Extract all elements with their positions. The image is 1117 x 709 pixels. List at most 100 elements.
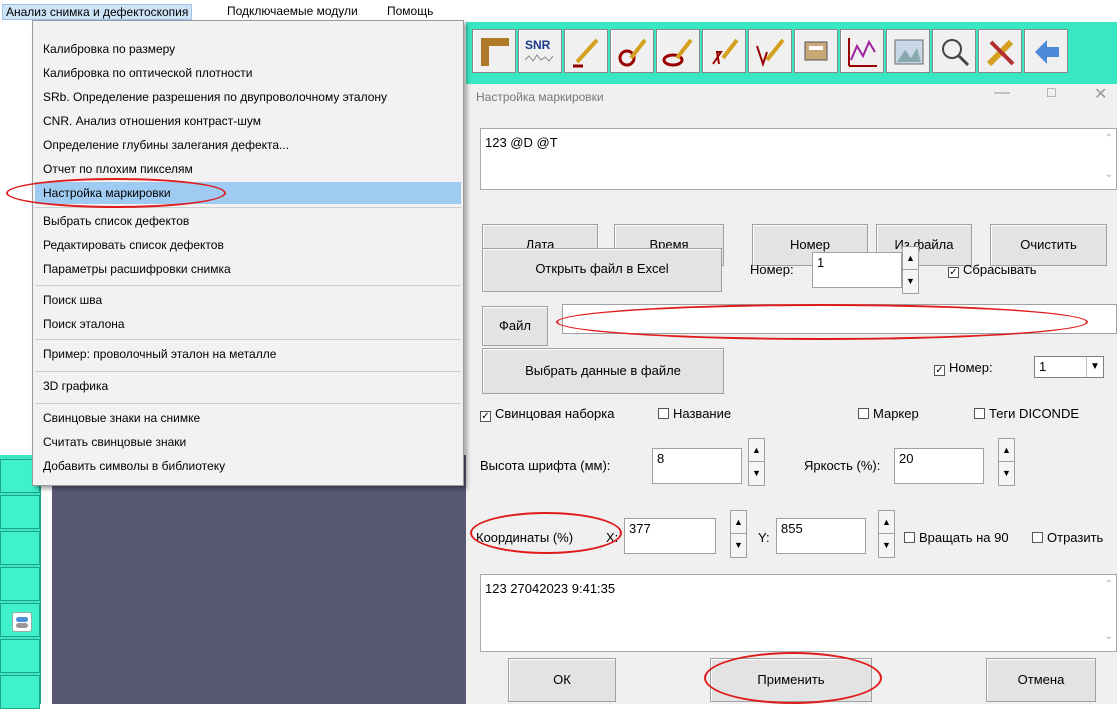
scroll-up-icon[interactable]: ⌃	[1105, 579, 1113, 590]
menu-help[interactable]: Помощь	[384, 4, 436, 20]
lead-label: Свинцовая наборка	[495, 406, 615, 421]
clear-button[interactable]: Очистить	[990, 224, 1107, 266]
scroll-down-icon[interactable]: ⌄	[1105, 631, 1113, 642]
brightness-spinner[interactable]: ▲ ▼	[998, 438, 1015, 486]
apply-button[interactable]: Применить	[710, 658, 872, 702]
number2-select[interactable]: 1 ▼	[1034, 356, 1104, 378]
toolbar: SNR	[466, 22, 1117, 84]
menu-item-standard-search[interactable]: Поиск эталона	[35, 313, 461, 335]
minimize-icon[interactable]: —	[994, 84, 1010, 102]
y-label: Y:	[758, 530, 770, 545]
x-label: X:	[606, 530, 619, 545]
font-height-field[interactable]: 8	[652, 448, 742, 484]
menu-plugins[interactable]: Подключаемые модули	[224, 4, 361, 20]
cancel-button[interactable]: Отмена	[986, 658, 1096, 702]
chart-icon[interactable]	[840, 29, 884, 73]
snr-icon[interactable]: SNR	[518, 29, 562, 73]
marker-checkbox[interactable]: Маркер	[858, 406, 919, 421]
y-spinner[interactable]: ▲ ▼	[878, 510, 895, 558]
strip-cell[interactable]	[0, 567, 40, 601]
rotate-check-icon	[904, 532, 915, 543]
ruler-icon[interactable]	[472, 29, 516, 73]
pencil-ellipse-icon[interactable]	[656, 29, 700, 73]
spin-down-icon[interactable]: ▼	[749, 462, 764, 485]
number-field[interactable]: 1	[812, 252, 902, 288]
spin-down-icon[interactable]: ▼	[903, 270, 918, 293]
number-spinner[interactable]: ▲ ▼	[902, 246, 919, 294]
name-checkbox[interactable]: Название	[658, 406, 731, 421]
menu-separator	[35, 403, 461, 404]
menu-item-seam-search[interactable]: Поиск шва	[35, 289, 461, 311]
name-check-icon	[658, 408, 669, 419]
arrow-icon[interactable]	[1024, 29, 1068, 73]
template-text: 123 @D @T	[485, 135, 558, 150]
menu-item-lead-marks[interactable]: Свинцовые знаки на снимке	[35, 407, 461, 429]
menu-item-read-lead-marks[interactable]: Считать свинцовые знаки	[35, 431, 461, 453]
spin-up-icon[interactable]: ▲	[903, 247, 918, 270]
dropdown-arrow-icon[interactable]: ▼	[1086, 357, 1103, 377]
eraser-icon[interactable]	[978, 29, 1022, 73]
dialog-title: Настройка маркировки	[476, 90, 604, 104]
menu-item-defect-depth[interactable]: Определение глубины залегания дефекта...	[35, 134, 461, 156]
menu-item-srb[interactable]: SRb. Определение разрешения по двупровол…	[35, 86, 461, 108]
toggle-icon[interactable]	[12, 612, 32, 632]
brightness-field[interactable]: 20	[894, 448, 984, 484]
number2-checkbox[interactable]: ✓ Номер:	[934, 360, 993, 376]
menu-item-decode-params[interactable]: Параметры расшифровки снимка	[35, 258, 461, 280]
maximize-icon[interactable]: ☐	[1046, 86, 1057, 100]
dicom-check-icon	[974, 408, 985, 419]
select-data-button[interactable]: Выбрать данные в файле	[482, 348, 724, 394]
menu-item-add-symbols[interactable]: Добавить символы в библиотеку	[35, 455, 461, 477]
pencil-circle-icon[interactable]	[610, 29, 654, 73]
menu-item-density-calibration[interactable]: Калибровка по оптической плотности	[35, 62, 461, 84]
marker-check-icon	[858, 408, 869, 419]
close-icon[interactable]: ✕	[1094, 84, 1107, 104]
pencil-v-icon[interactable]	[748, 29, 792, 73]
hand-pointer-icon[interactable]	[794, 29, 838, 73]
y-field[interactable]: 855	[776, 518, 866, 554]
strip-cell[interactable]	[0, 531, 40, 565]
menu-analysis[interactable]: Анализ снимка и дефектоскопия	[2, 4, 193, 20]
spin-down-icon[interactable]: ▼	[731, 534, 746, 557]
rotate-label: Вращать на 90	[919, 530, 1009, 545]
scroll-down-icon[interactable]: ⌄	[1105, 169, 1113, 180]
rotate-checkbox[interactable]: Вращать на 90	[904, 530, 1009, 545]
spin-up-icon[interactable]: ▲	[749, 439, 764, 462]
file-path-field[interactable]	[562, 304, 1117, 334]
mirror-checkbox[interactable]: Отразить	[1032, 530, 1103, 545]
scroll-up-icon[interactable]: ⌃	[1105, 133, 1113, 144]
strip-cell[interactable]	[0, 495, 40, 529]
image-icon[interactable]	[886, 29, 930, 73]
pencil-arrow-icon[interactable]	[702, 29, 746, 73]
menu-item-size-calibration[interactable]: Калибровка по размеру	[35, 38, 461, 60]
open-excel-button[interactable]: Открыть файл в Excel	[482, 248, 722, 292]
menu-item-select-defect-list[interactable]: Выбрать список дефектов	[35, 210, 461, 232]
template-text-area[interactable]: 123 @D @T ⌃ ⌄	[480, 128, 1117, 190]
menu-item-3d-graphics[interactable]: 3D графика	[35, 375, 461, 397]
menu-item-cnr[interactable]: CNR. Анализ отношения контраст-шум	[35, 110, 461, 132]
spin-up-icon[interactable]: ▲	[731, 511, 746, 534]
file-button[interactable]: Файл	[482, 306, 548, 346]
spin-up-icon[interactable]: ▲	[999, 439, 1014, 462]
ok-button[interactable]: ОК	[508, 658, 616, 702]
font-height-spinner[interactable]: ▲ ▼	[748, 438, 765, 486]
number2-label: Номер:	[949, 360, 993, 375]
preview-text-area[interactable]: 123 27042023 9:41:35 ⌃ ⌄	[480, 574, 1117, 652]
spin-up-icon[interactable]: ▲	[879, 511, 894, 534]
menu-item-edit-defect-list[interactable]: Редактировать список дефектов	[35, 234, 461, 256]
x-spinner[interactable]: ▲ ▼	[730, 510, 747, 558]
menu-item-bad-pixels[interactable]: Отчет по плохим пикселям	[35, 158, 461, 180]
x-field[interactable]: 377	[624, 518, 716, 554]
lead-checkbox[interactable]: ✓ Свинцовая наборка	[480, 406, 614, 422]
magnifier-icon[interactable]	[932, 29, 976, 73]
strip-cell[interactable]	[0, 639, 40, 673]
dicom-checkbox[interactable]: Теги DICONDE	[974, 406, 1079, 421]
reset-checkbox[interactable]: ✓ Сбрасывать	[948, 262, 1037, 278]
menu-item-marking-setup[interactable]: Настройка маркировки	[35, 182, 461, 204]
spin-down-icon[interactable]: ▼	[879, 534, 894, 557]
image-canvas[interactable]	[52, 455, 466, 704]
pencil-line-icon[interactable]	[564, 29, 608, 73]
menu-item-wire-example[interactable]: Пример: проволочный эталон на металле	[35, 343, 461, 365]
menu-separator	[35, 207, 461, 208]
spin-down-icon[interactable]: ▼	[999, 462, 1014, 485]
